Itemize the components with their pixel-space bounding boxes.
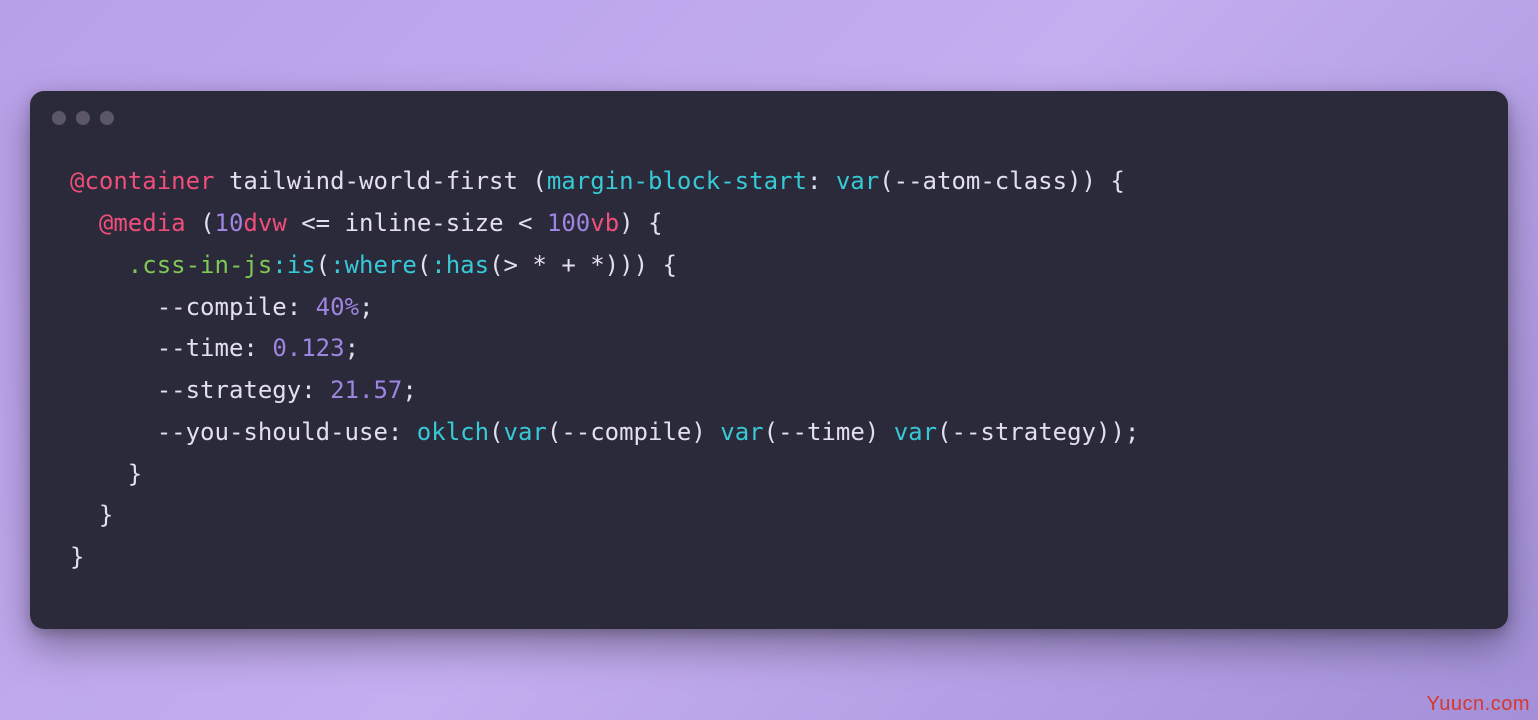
close-paren: ) — [1067, 167, 1081, 195]
colon: : — [388, 418, 402, 446]
css-variable: --compile — [561, 418, 691, 446]
open-paren: ( — [417, 251, 431, 279]
custom-prop: --compile — [157, 293, 287, 321]
code-line-1: @container tailwind-world-first (margin-… — [70, 167, 1125, 195]
custom-prop: --strategy — [157, 376, 302, 404]
open-paren: ( — [547, 418, 561, 446]
open-paren: ( — [316, 251, 330, 279]
code-line-2: @media (10dvw <= inline-size < 100vb) { — [99, 209, 663, 237]
window-minimize-icon[interactable] — [76, 111, 90, 125]
func-oklch: oklch — [417, 418, 489, 446]
func-var: var — [894, 418, 937, 446]
semicolon: ; — [402, 376, 416, 404]
pseudo-where: :where — [330, 251, 417, 279]
css-variable: --strategy — [952, 418, 1097, 446]
watermark-text: Yuucn.com — [1427, 693, 1530, 716]
open-brace: { — [1110, 167, 1124, 195]
open-paren: ( — [879, 167, 893, 195]
semicolon: ; — [1125, 418, 1139, 446]
atrule-container: @container — [70, 167, 215, 195]
close-paren: ) — [1096, 418, 1110, 446]
func-var: var — [720, 418, 763, 446]
open-paren: ( — [937, 418, 951, 446]
number: 21.57 — [330, 376, 402, 404]
number: 10 — [215, 209, 244, 237]
number: 100 — [547, 209, 590, 237]
combinator: > * + * — [504, 251, 605, 279]
media-feature: inline-size — [345, 209, 504, 237]
custom-prop: --you-should-use — [157, 418, 388, 446]
semicolon: ; — [359, 293, 373, 321]
close-paren: ) — [1110, 418, 1124, 446]
code-window: @container tailwind-world-first (margin-… — [30, 91, 1508, 629]
atrule-media: @media — [99, 209, 186, 237]
func-var: var — [504, 418, 547, 446]
percent-unit: % — [345, 293, 359, 321]
close-brace: } — [99, 501, 113, 529]
colon: : — [287, 293, 301, 321]
code-line-3: .css-in-js:is(:where(:has(> * + *))) { — [128, 251, 677, 279]
open-paren: ( — [532, 167, 546, 195]
semicolon: ; — [345, 334, 359, 362]
open-brace: { — [648, 209, 662, 237]
open-paren: ( — [764, 418, 778, 446]
class-selector: .css-in-js — [128, 251, 273, 279]
code-line-7: --you-should-use: oklch(var(--compile) v… — [157, 418, 1140, 446]
pseudo-is: :is — [272, 251, 315, 279]
code-line-4: --compile: 40%; — [157, 293, 374, 321]
colon: : — [807, 167, 821, 195]
close-brace: } — [70, 543, 84, 571]
code-line-5: --time: 0.123; — [157, 334, 359, 362]
colon: : — [301, 376, 315, 404]
operator-le: <= — [301, 209, 330, 237]
pseudo-has: :has — [431, 251, 489, 279]
open-brace: { — [662, 251, 676, 279]
property-margin-block-start: margin-block-start — [547, 167, 807, 195]
custom-prop: --time — [157, 334, 244, 362]
window-maximize-icon[interactable] — [100, 111, 114, 125]
number: 40 — [316, 293, 345, 321]
open-paren: ( — [200, 209, 214, 237]
css-variable: --atom-class — [894, 167, 1067, 195]
code-line-6: --strategy: 21.57; — [157, 376, 417, 404]
close-paren: ) — [619, 209, 633, 237]
func-var: var — [836, 167, 879, 195]
close-paren: ) — [1082, 167, 1096, 195]
open-paren: ( — [489, 418, 503, 446]
close-brace: } — [128, 460, 142, 488]
colon: : — [243, 334, 257, 362]
unit-vb: vb — [590, 209, 619, 237]
window-titlebar — [30, 91, 1508, 125]
window-close-icon[interactable] — [52, 111, 66, 125]
close-parens: ))) — [605, 251, 648, 279]
code-block: @container tailwind-world-first (margin-… — [30, 125, 1508, 589]
close-paren: ) — [691, 418, 705, 446]
number: 0.123 — [272, 334, 344, 362]
close-paren: ) — [865, 418, 879, 446]
unit-dvw: dvw — [243, 209, 286, 237]
css-variable: --time — [778, 418, 865, 446]
open-paren: ( — [489, 251, 503, 279]
container-name: tailwind-world-first — [229, 167, 518, 195]
operator-lt: < — [518, 209, 532, 237]
